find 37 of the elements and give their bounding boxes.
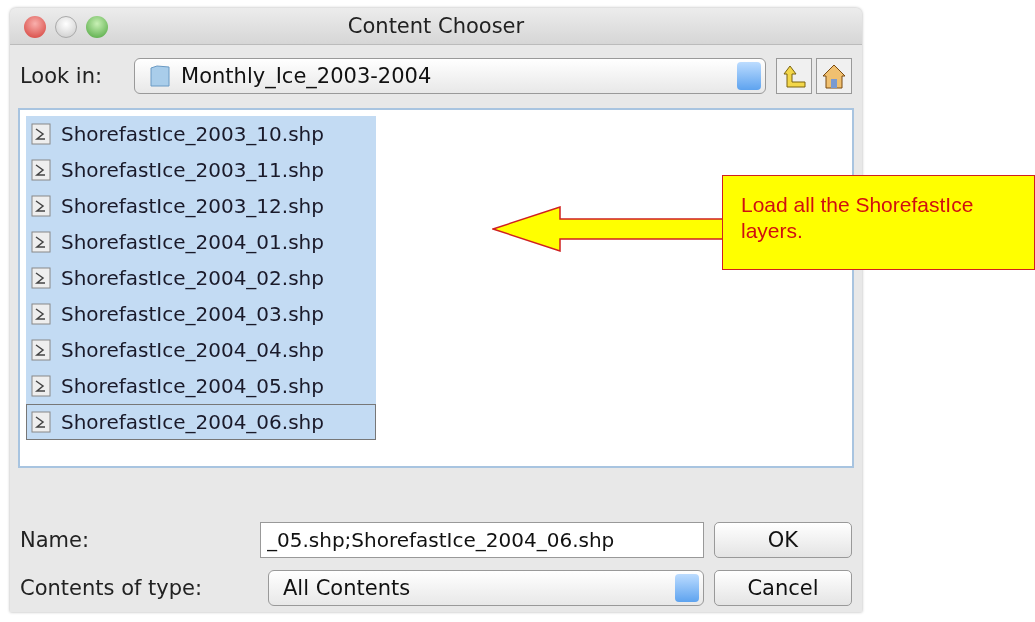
file-icon xyxy=(31,267,51,289)
file-icon xyxy=(31,123,51,145)
file-icon xyxy=(31,375,51,397)
file-item[interactable]: ShorefastIce_2004_02.shp xyxy=(26,260,376,296)
ok-button[interactable]: OK xyxy=(714,522,852,558)
minimize-button[interactable] xyxy=(55,16,77,38)
arrow-icon xyxy=(492,206,724,252)
callout-note: Load all the ShorefastIce layers. xyxy=(722,175,1035,270)
cancel-button[interactable]: Cancel xyxy=(714,570,852,606)
name-field[interactable]: _05.shp;ShorefastIce_2004_06.shp xyxy=(260,522,704,558)
window-title: Content Chooser xyxy=(347,14,525,38)
file-item[interactable]: ShorefastIce_2004_05.shp xyxy=(26,368,376,404)
type-label: Contents of type: xyxy=(20,576,203,600)
folder-icon xyxy=(149,64,172,88)
file-item[interactable]: ShorefastIce_2004_03.shp xyxy=(26,296,376,332)
close-button[interactable] xyxy=(24,16,46,38)
stepper-icon xyxy=(737,62,761,90)
stepper-icon xyxy=(675,574,699,602)
look-in-label: Look in: xyxy=(20,64,103,88)
file-icon xyxy=(31,303,51,325)
home-button[interactable] xyxy=(816,58,852,94)
file-icon xyxy=(31,339,51,361)
look-in-dropdown[interactable]: Monthly_Ice_2003-2004 xyxy=(134,58,766,94)
name-label: Name: xyxy=(20,528,90,552)
file-icon xyxy=(31,159,51,181)
file-icon xyxy=(31,231,51,253)
file-item[interactable]: ShorefastIce_2003_10.shp xyxy=(26,116,376,152)
up-folder-button[interactable] xyxy=(776,58,812,94)
file-icon xyxy=(31,411,51,433)
file-item[interactable]: ShorefastIce_2003_11.shp xyxy=(26,152,376,188)
file-icon xyxy=(31,195,51,217)
file-item[interactable]: ShorefastIce_2003_12.shp xyxy=(26,188,376,224)
type-dropdown[interactable]: All Contents xyxy=(268,570,704,606)
zoom-button[interactable] xyxy=(86,16,108,38)
file-item[interactable]: ShorefastIce_2004_04.shp xyxy=(26,332,376,368)
file-item[interactable]: ShorefastIce_2004_01.shp xyxy=(26,224,376,260)
file-item[interactable]: ShorefastIce_2004_06.shp xyxy=(26,404,376,440)
